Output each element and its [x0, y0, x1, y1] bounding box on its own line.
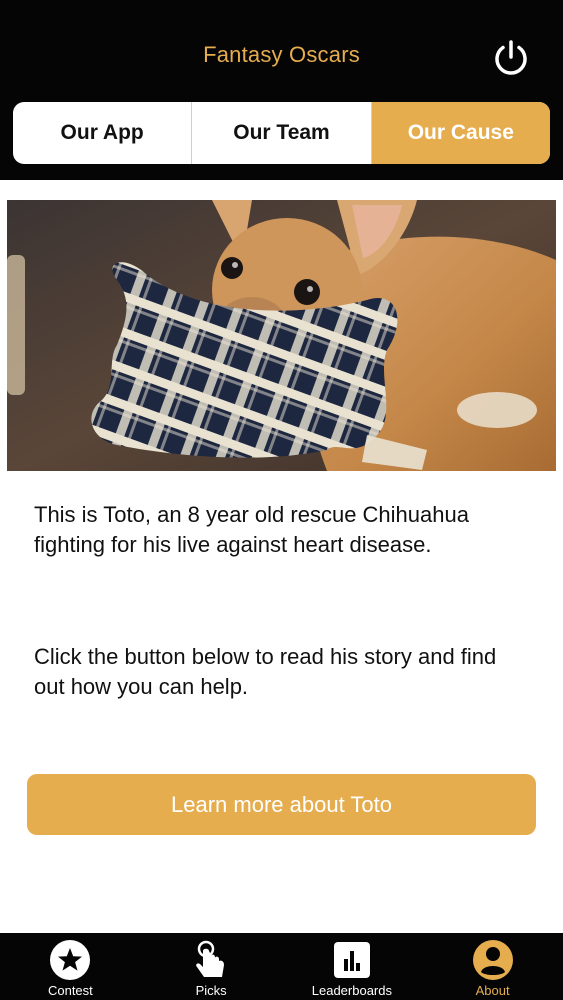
app-title: Fantasy Oscars — [203, 42, 360, 67]
cause-description: This is Toto, an 8 year old rescue Chihu… — [34, 502, 469, 557]
user-icon — [472, 940, 513, 980]
cause-instructions: Click the button below to read his story… — [34, 644, 497, 699]
tab-contest[interactable]: Contest — [0, 933, 141, 1000]
tab-label-picks: Picks — [195, 983, 227, 998]
top-bar: Fantasy Oscars Our App Our Team Our Caus… — [0, 0, 563, 180]
power-icon[interactable] — [491, 38, 531, 78]
segment-our-cause[interactable]: Our Cause — [370, 102, 550, 164]
bar-chart-icon — [333, 942, 370, 978]
tab-label-contest: Contest — [47, 983, 93, 998]
tab-picks[interactable]: Picks — [141, 933, 282, 1000]
segmented-control: Our App Our Team Our Cause — [13, 102, 550, 164]
segment-our-app[interactable]: Our App — [13, 102, 191, 164]
tab-bar: Contest Picks Leaderboards About — [0, 933, 563, 1000]
tab-label-about: About — [475, 983, 510, 998]
tab-about[interactable]: About — [422, 933, 563, 1000]
tab-label-leaderboards: Leaderboards — [311, 983, 392, 998]
segment-our-team[interactable]: Our Team — [191, 102, 370, 164]
learn-more-button[interactable]: Learn more about Toto — [27, 774, 536, 835]
tab-leaderboards[interactable]: Leaderboards — [282, 933, 423, 1000]
toto-photo — [7, 200, 556, 471]
star-icon — [50, 940, 91, 980]
hand-pointer-icon — [196, 940, 225, 977]
